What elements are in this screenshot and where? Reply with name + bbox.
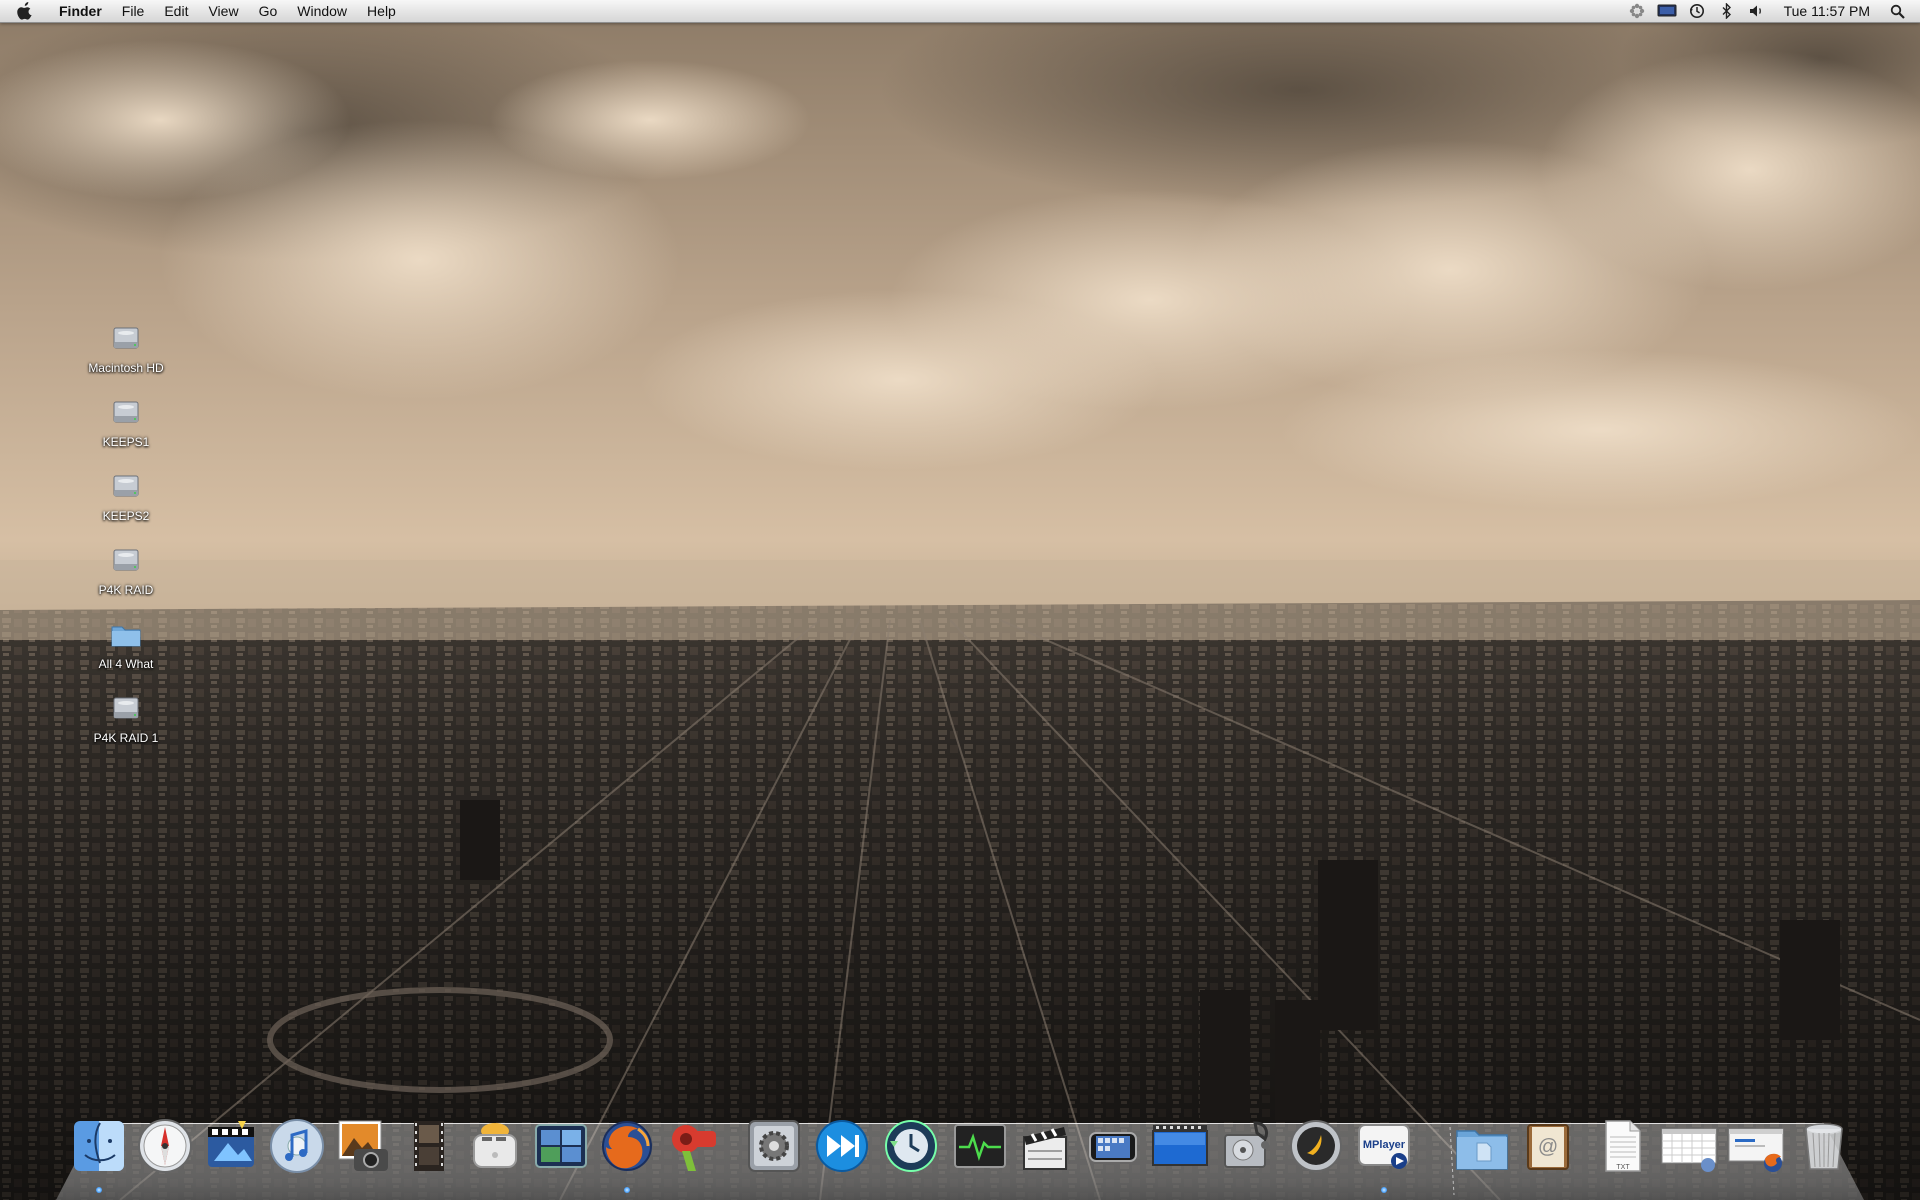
desktop-icon-keeps1[interactable]: KEEPS1 [56, 396, 196, 449]
screen-display-icon [1152, 1125, 1208, 1166]
dock-address-book[interactable]: @ [1520, 1117, 1578, 1175]
iphone-icon [1089, 1132, 1137, 1162]
dock-calendar-window[interactable] [1660, 1117, 1718, 1175]
time-machine-icon[interactable] [1686, 0, 1708, 22]
menu-go[interactable]: Go [249, 0, 288, 22]
hard-drive-icon [113, 549, 139, 571]
dock-screen-display[interactable] [1151, 1117, 1209, 1175]
dock-fast-forward[interactable] [813, 1117, 871, 1175]
dock-imovie[interactable] [202, 1117, 260, 1175]
itunes-icon [270, 1119, 324, 1173]
dock-firefox[interactable] [598, 1117, 656, 1193]
activity-monitor-icon [954, 1124, 1006, 1168]
hair-dryer-icon [672, 1125, 716, 1171]
display-icon[interactable] [1656, 0, 1678, 22]
spotlight-magnifier-icon[interactable] [1890, 4, 1910, 19]
disk-utility-icon [1224, 1121, 1269, 1168]
svg-text:@: @ [1538, 1136, 1558, 1158]
menubar-clock[interactable]: Tue 11:57 PM [1784, 3, 1870, 19]
dock-disk-utility[interactable] [1219, 1117, 1277, 1175]
folder-icon [111, 626, 141, 647]
system-preferences-icon [748, 1120, 800, 1172]
dock-txt-file[interactable]: TXT [1594, 1117, 1652, 1175]
desktop-icon-label: KEEPS2 [102, 509, 150, 523]
dock-hair-dryer[interactable] [664, 1117, 722, 1175]
volume-icon[interactable] [1746, 0, 1768, 22]
dock-documents-folder[interactable] [1453, 1117, 1511, 1175]
dock-iphone[interactable] [1084, 1117, 1142, 1175]
desktop-icon-label: All 4 What [98, 657, 154, 671]
desktop-wallpaper [0, 0, 1920, 1200]
dock-film-strip[interactable] [400, 1117, 458, 1175]
running-indicator [96, 1187, 102, 1193]
dock-spaces[interactable] [532, 1117, 590, 1175]
documents-folder-icon [1456, 1130, 1508, 1170]
menu-app-finder[interactable]: Finder [51, 0, 112, 22]
menu-edit[interactable]: Edit [154, 0, 198, 22]
menu-view[interactable]: View [198, 0, 248, 22]
desktop-icon-p4k-raid[interactable]: P4K RAID [56, 544, 196, 597]
slingbox-icon [1290, 1120, 1342, 1172]
dock-iphoto[interactable] [334, 1117, 392, 1175]
finder-icon [74, 1121, 124, 1171]
mplayer-label: MPlayer [1363, 1139, 1406, 1151]
desktop-icon-label: Macintosh HD [88, 361, 164, 375]
iphoto-icon [338, 1120, 388, 1171]
running-indicator [624, 1187, 630, 1193]
fast-forward-icon [816, 1120, 868, 1172]
desktop-icon-p4k-raid-1[interactable]: P4K RAID 1 [56, 692, 196, 745]
flower-icon[interactable] [1626, 0, 1648, 22]
mplayer-icon: MPlayer [1358, 1124, 1410, 1169]
desktop-icon-all-4-what[interactable]: All 4 What [56, 618, 196, 671]
hard-drive-icon [113, 697, 139, 719]
hard-drive-icon [113, 401, 139, 423]
hard-drive-icon [113, 475, 139, 497]
clapperboard-icon [1023, 1127, 1067, 1170]
imovie-icon [208, 1121, 254, 1167]
toaster-icon [473, 1123, 517, 1168]
desktop-icon-macintosh-hd[interactable]: Macintosh HD [56, 322, 196, 375]
desktop-icon-keeps2[interactable]: KEEPS2 [56, 470, 196, 523]
desktop-icon-label: P4K RAID [98, 583, 154, 597]
dock-finder[interactable] [70, 1117, 128, 1193]
dock-trash[interactable] [1795, 1117, 1853, 1175]
menu-help[interactable]: Help [357, 0, 406, 22]
dock-firefox-window[interactable] [1727, 1117, 1785, 1175]
calendar-window-icon [1661, 1128, 1717, 1172]
menu-window[interactable]: Window [287, 0, 357, 22]
dock-time-machine[interactable] [882, 1117, 940, 1175]
dock-slingbox[interactable] [1287, 1117, 1345, 1175]
bluetooth-icon[interactable] [1716, 0, 1738, 22]
spaces-icon [535, 1124, 587, 1168]
hard-drive-icon [113, 327, 139, 349]
address-book-icon: @ [1527, 1124, 1569, 1170]
film-strip-icon [414, 1121, 444, 1171]
dock-itunes[interactable] [268, 1117, 326, 1175]
dock-system-preferences[interactable] [745, 1117, 803, 1175]
desktop-icon-label: KEEPS1 [102, 435, 150, 449]
menu-file[interactable]: File [112, 0, 155, 22]
safari-icon [138, 1119, 192, 1173]
desktop-icon-label: P4K RAID 1 [93, 731, 159, 745]
dock-toaster[interactable] [466, 1117, 524, 1175]
trash-icon [1805, 1123, 1843, 1170]
running-indicator [1381, 1187, 1387, 1193]
dock-safari[interactable] [136, 1117, 194, 1175]
txt-file-icon: TXT [1605, 1120, 1641, 1172]
dock-mplayer[interactable]: MPlayer [1355, 1117, 1413, 1193]
time-machine-icon [885, 1120, 937, 1172]
dock-clapperboard[interactable] [1016, 1117, 1074, 1175]
menu-bar: Finder File Edit View Go Window Help Tue… [0, 0, 1920, 23]
dock-activity-monitor[interactable] [951, 1117, 1009, 1175]
txt-label: TXT [1616, 1164, 1630, 1171]
apple-menu-icon[interactable] [17, 2, 37, 20]
firefox-icon [602, 1121, 652, 1171]
firefox-window-icon [1728, 1128, 1784, 1172]
